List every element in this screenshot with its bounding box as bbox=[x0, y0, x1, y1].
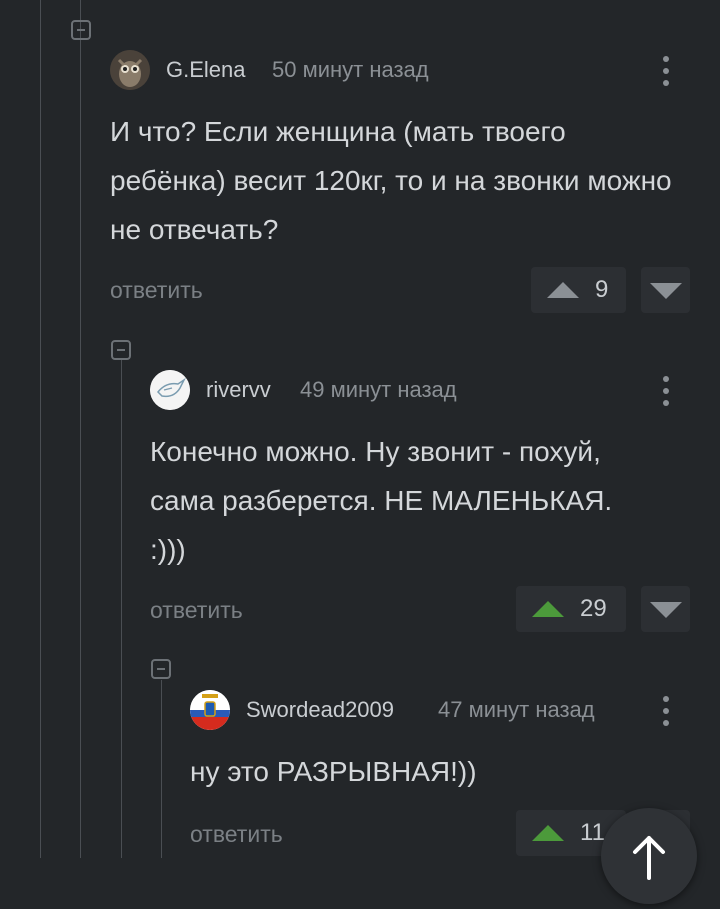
avatar[interactable] bbox=[150, 370, 190, 410]
arrow-down-icon bbox=[650, 602, 682, 618]
bird-avatar-icon bbox=[150, 370, 190, 410]
avatar[interactable] bbox=[110, 50, 150, 90]
thread-line bbox=[40, 0, 41, 858]
flag-crest-avatar-icon bbox=[190, 690, 230, 730]
collapse-thread-button[interactable] bbox=[111, 340, 131, 360]
rating-count: 9 bbox=[595, 276, 609, 303]
collapse-thread-button[interactable] bbox=[71, 20, 91, 40]
thread-line bbox=[161, 680, 162, 858]
collapse-thread-button[interactable] bbox=[151, 659, 171, 679]
thread-line bbox=[121, 360, 122, 858]
arrow-down-icon bbox=[650, 283, 682, 299]
comment-text: Конечно можно. Ну звонит - похуй, сама р… bbox=[150, 436, 613, 565]
thread-line bbox=[80, 0, 81, 858]
reply-button[interactable]: ответить bbox=[190, 821, 283, 848]
comment-time: 49 минут назад bbox=[300, 377, 457, 402]
reply-button[interactable]: ответить bbox=[110, 277, 203, 304]
comment-time: 50 минут назад bbox=[272, 57, 429, 82]
more-vertical-icon[interactable] bbox=[662, 56, 670, 92]
scroll-to-top-button[interactable] bbox=[601, 808, 697, 904]
comment-text: И что? Если женщина (мать твоего ребёнка… bbox=[110, 116, 672, 245]
comment-author[interactable]: G.Elena bbox=[166, 57, 246, 83]
arrow-up-icon bbox=[532, 825, 564, 841]
arrow-up-icon bbox=[532, 601, 564, 617]
comment-text: ну это РАЗРЫВНАЯ!)) bbox=[190, 756, 477, 787]
downvote-button[interactable] bbox=[641, 267, 690, 313]
more-vertical-icon[interactable] bbox=[662, 696, 670, 732]
upvote-button[interactable]: 9 bbox=[531, 267, 626, 313]
arrow-up-icon bbox=[633, 836, 665, 880]
upvote-button[interactable]: 29 bbox=[516, 586, 626, 632]
comment-time: 47 минут назад bbox=[438, 697, 595, 722]
comment-author[interactable]: rivervv bbox=[206, 377, 271, 403]
downvote-button[interactable] bbox=[641, 586, 690, 632]
rating-count: 29 bbox=[580, 595, 607, 622]
owl-avatar-icon bbox=[110, 50, 150, 90]
comment-author[interactable]: Swordead2009 bbox=[246, 697, 394, 723]
reply-button[interactable]: ответить bbox=[150, 597, 243, 624]
avatar[interactable] bbox=[190, 690, 230, 730]
more-vertical-icon[interactable] bbox=[662, 376, 670, 412]
arrow-up-icon bbox=[547, 282, 579, 298]
